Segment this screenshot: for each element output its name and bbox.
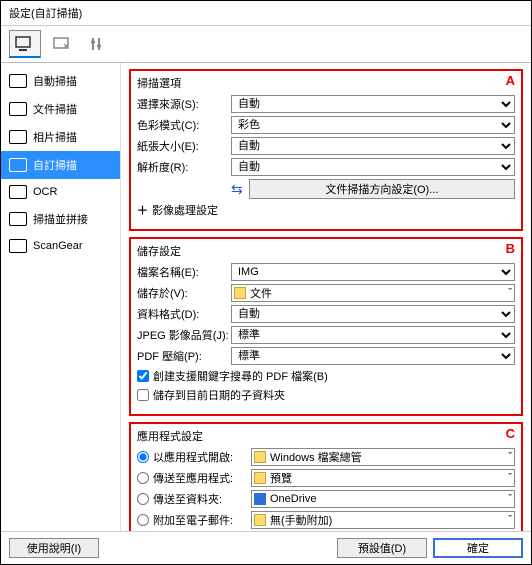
sidebar-item-label: OCR: [33, 186, 57, 198]
ocr-icon: [9, 185, 27, 199]
sidebar-item-label: 文件掃描: [33, 101, 77, 117]
help-button[interactable]: 使用說明(I): [9, 538, 99, 558]
chevron-down-icon: ˇ: [508, 451, 512, 463]
callout-letter-b: B: [506, 241, 515, 256]
radio-attach-email[interactable]: [137, 514, 149, 526]
tab-scan-from-pc-icon[interactable]: [9, 30, 41, 58]
callout-letter-a: A: [506, 73, 515, 88]
sidebar-item-label: 掃描並拼接: [33, 211, 88, 227]
document-icon: [9, 102, 27, 116]
radio-send-to-folder[interactable]: [137, 493, 149, 505]
label-attach-email: 附加至電子郵件:: [153, 512, 247, 528]
label-filename: 檔案名稱(E):: [137, 264, 231, 280]
folder-icon: [254, 472, 266, 484]
ok-button[interactable]: 確定: [433, 538, 523, 558]
sidebar-item-scangear[interactable]: ScanGear: [1, 233, 120, 259]
top-tabs: [1, 26, 531, 63]
scanner-icon: [9, 74, 27, 88]
label-colormode: 色彩模式(C):: [137, 117, 231, 133]
label-source: 選擇來源(S):: [137, 96, 231, 112]
select-filename[interactable]: IMG: [231, 263, 515, 281]
sidebar-item-document[interactable]: 文件掃描: [1, 95, 120, 123]
tab-general-settings-icon[interactable]: [81, 30, 113, 58]
onedrive-icon: [254, 493, 266, 505]
folder-icon: [254, 451, 266, 463]
label-dataformat: 資料格式(D):: [137, 306, 231, 322]
stitch-icon: [9, 212, 27, 226]
chevron-down-icon: ˇ: [508, 472, 512, 484]
label-papersize: 紙張大小(E):: [137, 138, 231, 154]
sidebar-item-label: 自動掃描: [33, 73, 77, 89]
radio-open-with[interactable]: [137, 451, 149, 463]
scangear-icon: [9, 239, 27, 253]
select-send-to-app[interactable]: 預覽ˇ: [251, 469, 515, 487]
select-pdfcomp[interactable]: 標準: [231, 347, 515, 365]
expand-icon: ＋: [137, 202, 148, 218]
checkbox-keyword-pdf[interactable]: 創建支援關鍵字搜尋的 PDF 檔案(B): [137, 368, 515, 384]
label-send-to-app: 傳送至應用程式:: [153, 470, 247, 486]
chevron-down-icon: ˇ: [508, 514, 512, 526]
tab-scan-from-panel-icon[interactable]: [45, 30, 77, 58]
sidebar-item-stitch[interactable]: 掃描並拼接: [1, 205, 120, 233]
sidebar-item-photo[interactable]: 相片掃描: [1, 123, 120, 151]
window-title: 設定(自訂掃描): [1, 1, 531, 26]
swap-icon[interactable]: ⇆: [231, 181, 243, 198]
label-jpegq: JPEG 影像品質(J):: [137, 327, 231, 343]
defaults-button[interactable]: 預設值(D): [337, 538, 427, 558]
checkbox-date-subfolder[interactable]: 儲存到目前日期的子資料夾: [137, 387, 515, 403]
section-title: 掃描選項: [137, 75, 515, 91]
label-open-with: 以應用程式開啟:: [153, 449, 247, 465]
callout-letter-c: C: [506, 426, 515, 441]
chevron-down-icon: ˇ: [508, 493, 512, 505]
folder-icon: [254, 514, 266, 526]
select-jpegq[interactable]: 標準: [231, 326, 515, 344]
settings-window: 設定(自訂掃描) 自動掃描 文件掃描 相片掃描 自訂掃描 OCR 掃描並拼接 S…: [0, 0, 532, 565]
folder-icon: [234, 287, 246, 299]
label-send-to-folder: 傳送至資料夾:: [153, 491, 247, 507]
image-processing-toggle[interactable]: ＋影像處理設定: [137, 202, 515, 218]
main-panel: A 掃描選項 選擇來源(S):自動 色彩模式(C):彩色 紙張大小(E):自動 …: [121, 63, 531, 531]
doc-orientation-button[interactable]: 文件掃描方向設定(O)...: [249, 179, 515, 199]
select-source[interactable]: 自動: [231, 95, 515, 113]
select-savein[interactable]: 文件 ˇ: [231, 284, 515, 302]
sidebar-item-label: 相片掃描: [33, 129, 77, 145]
sidebar-item-auto[interactable]: 自動掃描: [1, 67, 120, 95]
photo-icon: [9, 130, 27, 144]
custom-icon: [9, 158, 27, 172]
label-pdfcomp: PDF 壓縮(P):: [137, 348, 231, 364]
select-open-with[interactable]: Windows 檔案總管ˇ: [251, 448, 515, 466]
section-save-settings: B 儲存設定 檔案名稱(E):IMG 儲存於(V): 文件 ˇ 資料格式(D):…: [129, 237, 523, 416]
label-resolution: 解析度(R):: [137, 159, 231, 175]
select-resolution[interactable]: 自動: [231, 158, 515, 176]
sidebar-item-label: ScanGear: [33, 240, 83, 252]
section-title: 儲存設定: [137, 243, 515, 259]
sidebar-item-ocr[interactable]: OCR: [1, 179, 120, 205]
chevron-down-icon: ˇ: [508, 287, 512, 299]
image-processing-label: 影像處理設定: [152, 202, 218, 218]
section-title: 應用程式設定: [137, 428, 515, 444]
radio-send-to-app[interactable]: [137, 472, 149, 484]
label-savein: 儲存於(V):: [137, 285, 231, 301]
select-attach-email[interactable]: 無(手動附加)ˇ: [251, 511, 515, 529]
select-dataformat[interactable]: 自動: [231, 305, 515, 323]
section-scan-options: A 掃描選項 選擇來源(S):自動 色彩模式(C):彩色 紙張大小(E):自動 …: [129, 69, 523, 231]
body: 自動掃描 文件掃描 相片掃描 自訂掃描 OCR 掃描並拼接 ScanGear A…: [1, 63, 531, 531]
select-papersize[interactable]: 自動: [231, 137, 515, 155]
sidebar-item-custom[interactable]: 自訂掃描: [1, 151, 120, 179]
footer: 使用說明(I) 預設值(D) 確定: [1, 531, 531, 564]
select-colormode[interactable]: 彩色: [231, 116, 515, 134]
section-app-settings: C 應用程式設定 以應用程式開啟: Windows 檔案總管ˇ 傳送至應用程式:…: [129, 422, 523, 531]
sidebar: 自動掃描 文件掃描 相片掃描 自訂掃描 OCR 掃描並拼接 ScanGear: [1, 63, 121, 531]
select-send-to-folder[interactable]: OneDriveˇ: [251, 490, 515, 508]
sidebar-item-label: 自訂掃描: [33, 157, 77, 173]
